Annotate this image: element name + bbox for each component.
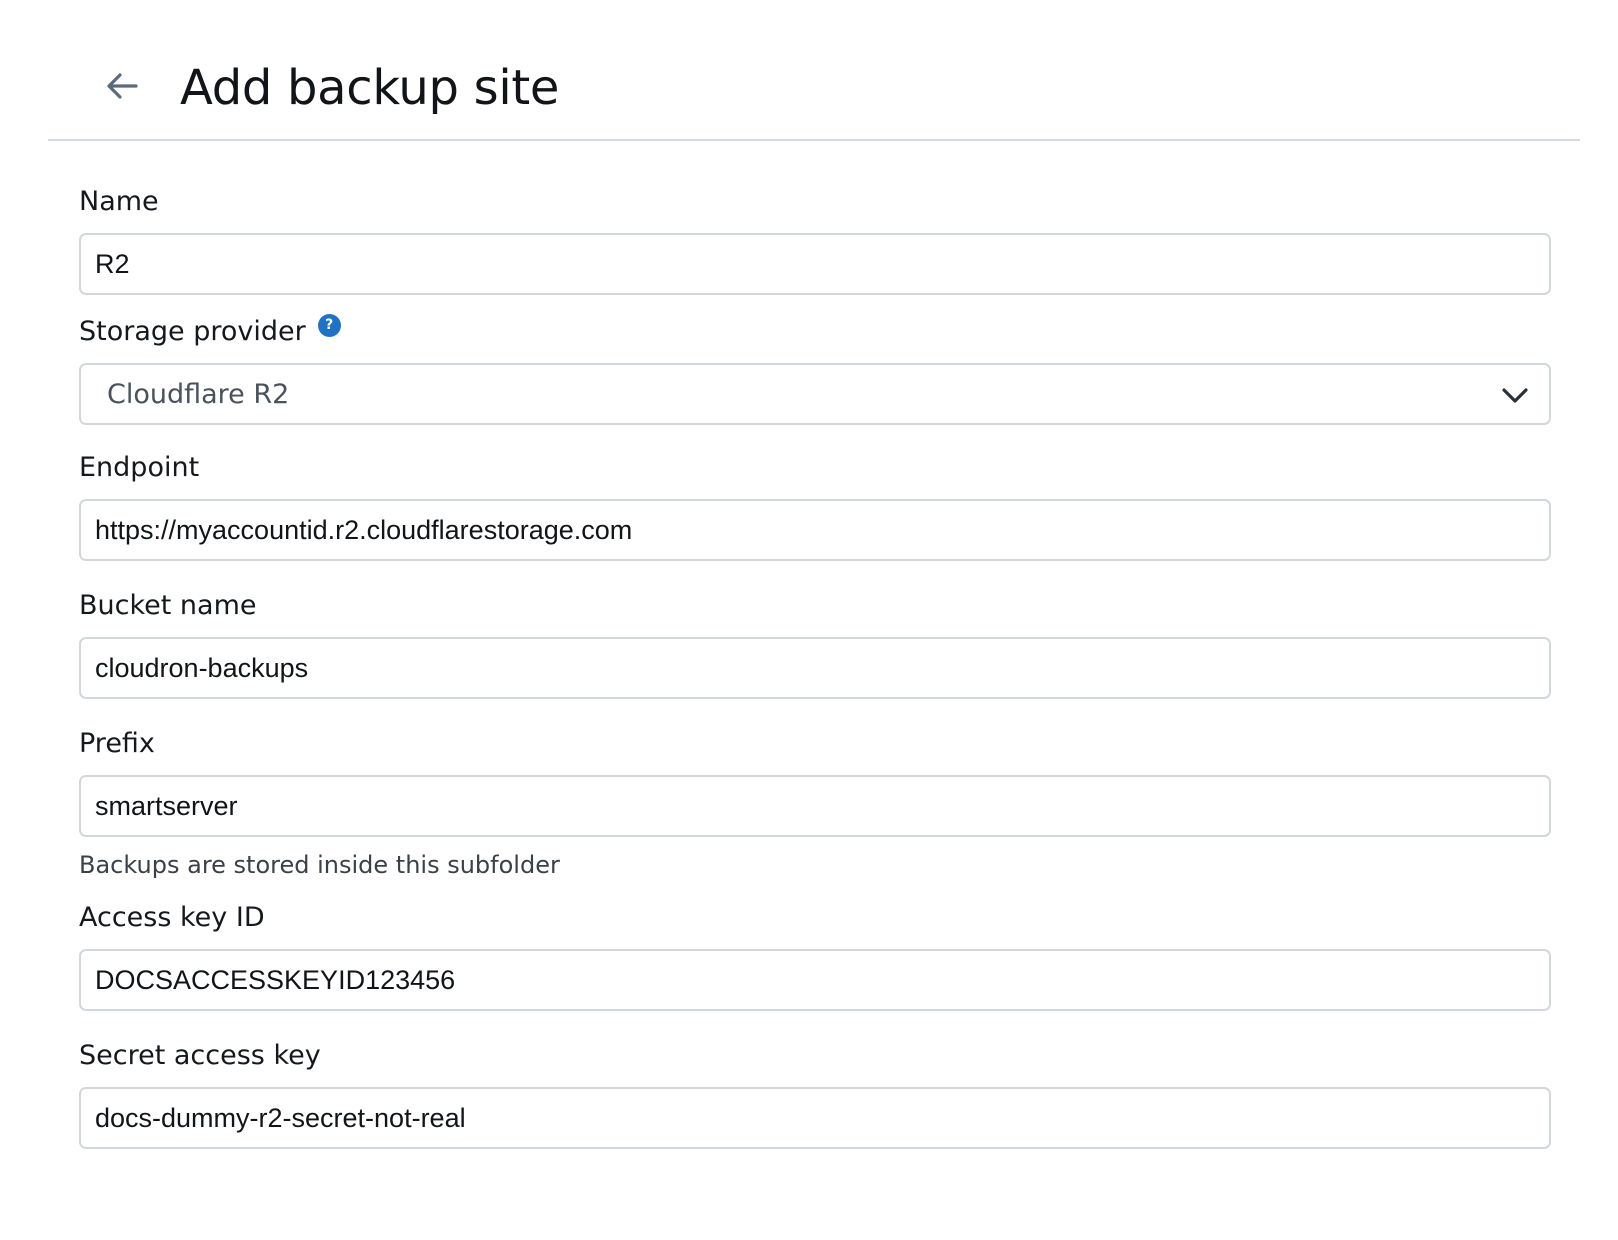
endpoint-label: Endpoint (79, 452, 200, 483)
secret-access-key-input[interactable] (79, 1087, 1551, 1149)
page-title: Add backup site (180, 60, 560, 116)
prefix-hint: Backups are stored inside this subfolder (79, 851, 560, 879)
help-icon[interactable]: ? (317, 313, 341, 337)
secret-access-key-field-group: Secret access key (79, 1039, 1551, 1149)
prefix-input[interactable] (79, 775, 1551, 837)
storage-provider-label: Storage provider (79, 316, 306, 347)
storage-provider-field-group: Storage provider ? Cloudflare R2 (79, 313, 1551, 425)
back-button[interactable] (102, 66, 142, 106)
secret-access-key-label: Secret access key (79, 1040, 321, 1071)
name-field-group: Name (79, 185, 1551, 295)
access-key-id-label: Access key ID (79, 902, 265, 933)
endpoint-input[interactable] (79, 499, 1551, 561)
bucket-name-field-group: Bucket name (79, 589, 1551, 699)
storage-provider-selected-value: Cloudflare R2 (107, 378, 290, 410)
endpoint-field-group: Endpoint (79, 451, 1551, 561)
page-header: Add backup site (48, 0, 1580, 141)
storage-provider-select[interactable]: Cloudflare R2 (79, 363, 1551, 425)
chevron-down-icon (1502, 388, 1528, 403)
arrow-left-icon (107, 73, 138, 99)
access-key-id-field-group: Access key ID (79, 901, 1551, 1011)
storage-provider-label-row: Storage provider ? (79, 313, 1551, 349)
bucket-name-label: Bucket name (79, 590, 257, 621)
prefix-label: Prefix (79, 728, 155, 759)
name-label: Name (79, 186, 159, 217)
access-key-id-input[interactable] (79, 949, 1551, 1011)
prefix-field-group: Prefix Backups are stored inside this su… (79, 727, 1551, 879)
name-input[interactable] (79, 233, 1551, 295)
bucket-name-input[interactable] (79, 637, 1551, 699)
